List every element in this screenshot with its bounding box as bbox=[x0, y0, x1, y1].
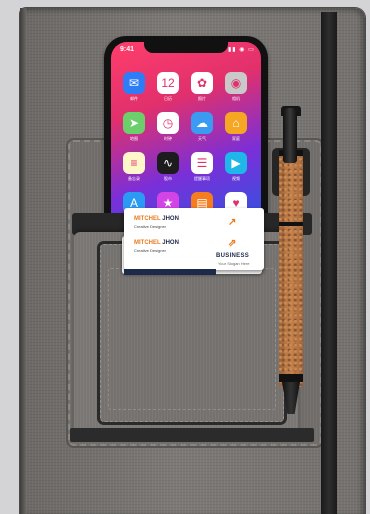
home-icon[interactable]: ⌂ bbox=[225, 112, 247, 134]
business-logo-icon: ⇗ bbox=[228, 238, 237, 249]
pocket-bottom-band bbox=[70, 428, 314, 442]
photos-icon[interactable]: ✿ bbox=[191, 72, 213, 94]
card-company: BUSINESS bbox=[216, 253, 250, 259]
app-label: 家庭 bbox=[232, 136, 240, 141]
app-label: 备忘录 bbox=[128, 176, 140, 181]
app-label: 地图 bbox=[130, 136, 138, 141]
card-back-first-name: MITCHEL bbox=[134, 240, 161, 246]
app-label: 视频 bbox=[232, 176, 240, 181]
app-label: 天气 bbox=[198, 136, 206, 141]
videos-icon[interactable]: ▶ bbox=[225, 152, 247, 174]
camera-icon[interactable]: ◉ bbox=[225, 72, 247, 94]
phone-notch bbox=[144, 41, 228, 53]
card-back-role: Creative Designer bbox=[134, 248, 167, 253]
clock-icon[interactable]: ◷ bbox=[157, 112, 179, 134]
app-label: 照片 bbox=[198, 96, 206, 101]
mail-icon[interactable]: ✉ bbox=[123, 72, 145, 94]
app-label: 相机 bbox=[232, 96, 240, 101]
notebook-scene: 9:41 ▮▮ ◉ ▭ ✉ 邮件 12 日历 ✿ 照片 ◉ 相机 ➤ 地图 ◷ 时钟 ☁ 天气 ⌂ 家庭 ≡ 备忘… bbox=[0, 0, 370, 514]
card-pocket-stitching bbox=[108, 268, 276, 410]
card-front-last-name: JHON bbox=[162, 216, 179, 222]
reminders-icon[interactable]: ☰ bbox=[191, 152, 213, 174]
app-label: 日历 bbox=[164, 96, 172, 101]
status-time: 9:41 bbox=[120, 46, 135, 53]
app-label: 时钟 bbox=[164, 136, 172, 141]
app-label: 提醒事项 bbox=[194, 176, 210, 181]
card-front-role: Creative Designer bbox=[134, 224, 167, 229]
notes-icon[interactable]: ≡ bbox=[123, 152, 145, 174]
card-slogan: Your Slogan Here bbox=[218, 261, 250, 266]
app-label: 邮件 bbox=[130, 96, 138, 101]
cover-spine-edge bbox=[20, 8, 26, 514]
maps-icon[interactable]: ➤ bbox=[123, 112, 145, 134]
pen-ring bbox=[279, 374, 303, 382]
app-label: 股市 bbox=[164, 176, 172, 181]
pen-clip bbox=[283, 108, 297, 163]
cork-pen-body bbox=[279, 152, 303, 387]
calendar-icon[interactable]: 12 bbox=[157, 72, 179, 94]
card-color-strip bbox=[124, 269, 216, 275]
elastic-strap bbox=[321, 12, 337, 514]
card-front-name: MITCHEL JHON bbox=[134, 216, 179, 222]
stocks-icon[interactable]: ∿ bbox=[157, 152, 179, 174]
card-logo-icon: ↗ bbox=[228, 217, 237, 228]
card-back-last-name: JHON bbox=[162, 240, 179, 246]
card-front-first-name: MITCHEL bbox=[134, 216, 161, 222]
weather-icon[interactable]: ☁ bbox=[191, 112, 213, 134]
status-icons: ▮▮ ◉ ▭ bbox=[228, 47, 255, 53]
pen-ring bbox=[279, 222, 303, 226]
card-back-name: MITCHEL JHON bbox=[134, 240, 179, 246]
